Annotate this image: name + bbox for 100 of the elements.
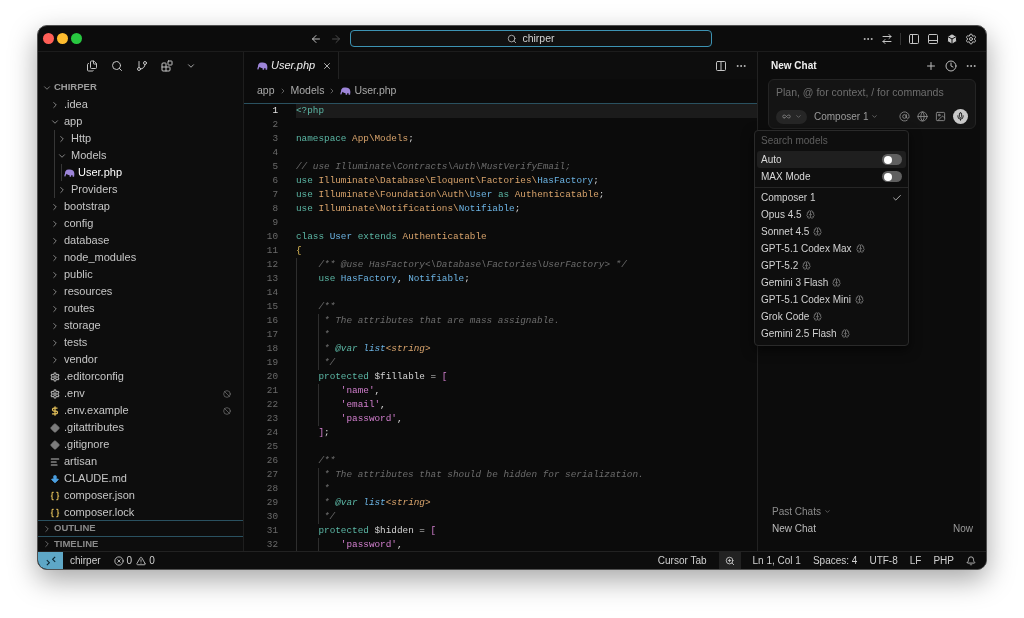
clock-icon[interactable] xyxy=(945,59,957,72)
chat-input-box[interactable]: Plan, @ for context, / for commands Composer 1 xyxy=(768,79,976,129)
remote-button[interactable] xyxy=(38,552,63,569)
chevron-right-icon[interactable] xyxy=(50,201,60,212)
panel-bottom-icon[interactable] xyxy=(927,32,939,45)
chevron-right-icon[interactable] xyxy=(50,252,60,263)
file-name[interactable]: composer.lock xyxy=(64,504,135,520)
chevron-right-icon[interactable] xyxy=(50,320,60,331)
folder-name[interactable]: vendor xyxy=(64,351,98,368)
cube-icon[interactable] xyxy=(946,32,958,45)
past-chats-toggle[interactable]: Past Chats xyxy=(772,503,831,519)
folder-name[interactable]: config xyxy=(64,215,94,232)
at-sign-icon[interactable] xyxy=(899,111,910,122)
folder-name[interactable]: routes xyxy=(64,300,95,317)
search-models-field[interactable]: Search models xyxy=(757,131,906,149)
folder-name[interactable]: Providers xyxy=(71,181,118,198)
microphone-button[interactable] xyxy=(953,109,968,124)
folder-name[interactable]: bootstrap xyxy=(64,198,110,215)
model-menu-item[interactable]: Sonnet 4.5 xyxy=(757,223,906,240)
folder-name[interactable]: node_modules xyxy=(64,249,137,266)
folder-name[interactable]: app xyxy=(64,113,83,130)
swap-arrows-icon[interactable] xyxy=(881,32,893,45)
folder-name[interactable]: database xyxy=(64,232,110,249)
files-icon[interactable] xyxy=(85,59,98,72)
status-item[interactable]: PHP xyxy=(933,553,954,568)
file-name[interactable]: .editorconfig xyxy=(64,368,124,385)
breadcrumb-item[interactable]: Models xyxy=(290,83,325,99)
folder-name[interactable]: resources xyxy=(64,283,113,300)
breadcrumb-item[interactable]: User.php xyxy=(340,83,397,99)
section-header[interactable]: TIMELINE xyxy=(54,536,99,552)
chevron-right-icon[interactable] xyxy=(50,303,60,314)
model-menu-item[interactable]: Composer 1 xyxy=(757,189,906,206)
error-count[interactable]: 0 xyxy=(126,553,133,568)
chevron-right-icon[interactable] xyxy=(50,354,60,365)
file-name[interactable]: .env.example xyxy=(64,402,129,419)
status-item[interactable]: UTF-8 xyxy=(869,553,898,568)
model-menu-item[interactable]: Gemini 3 Flash xyxy=(757,274,906,291)
chevron-right-icon[interactable] xyxy=(50,337,60,348)
folder-name[interactable]: storage xyxy=(64,317,101,334)
chevron-right-icon[interactable] xyxy=(50,286,60,297)
file-name[interactable]: .env xyxy=(64,385,85,402)
menu-toggle-row[interactable]: Auto xyxy=(757,151,906,168)
cursor-tab-status[interactable]: Cursor Tab xyxy=(657,553,707,568)
chat-history-title[interactable]: New Chat xyxy=(772,521,816,536)
file-name[interactable]: .gitattributes xyxy=(64,419,124,436)
minimize-icon[interactable] xyxy=(57,33,68,44)
file-name[interactable]: artisan xyxy=(64,453,98,470)
globe-icon[interactable] xyxy=(917,111,928,122)
plus-icon[interactable] xyxy=(925,59,937,72)
file-name[interactable]: User.php xyxy=(78,164,123,181)
model-menu-item[interactable]: Opus 4.5 xyxy=(757,206,906,223)
file-name[interactable]: .gitignore xyxy=(64,436,110,453)
split-editor-icon[interactable] xyxy=(715,59,727,72)
chevron-right-icon[interactable] xyxy=(50,99,60,110)
close-icon[interactable] xyxy=(43,33,54,44)
close-icon[interactable] xyxy=(322,60,333,71)
model-menu-item[interactable]: Gemini 2.5 Flash xyxy=(757,325,906,342)
status-item[interactable]: LF xyxy=(909,553,922,568)
workspace-name[interactable]: chirper xyxy=(70,553,101,568)
search-icon[interactable] xyxy=(110,59,123,72)
chevron-right-icon[interactable] xyxy=(50,235,60,246)
section-header[interactable]: OUTLINE xyxy=(54,521,96,536)
blocks-icon[interactable] xyxy=(160,59,173,72)
chevron-right-icon[interactable] xyxy=(50,269,60,280)
down-arrow-icon xyxy=(50,473,60,484)
zoom-button[interactable] xyxy=(718,552,741,569)
menu-toggle-row[interactable]: MAX Mode xyxy=(757,168,906,185)
mode-button[interactable] xyxy=(776,109,807,124)
model-menu-item[interactable]: GPT-5.1 Codex Mini xyxy=(757,291,906,308)
model-menu-item[interactable]: Grok Code xyxy=(757,308,906,325)
panel-left-icon[interactable] xyxy=(908,32,920,45)
status-item[interactable]: Ln 1, Col 1 xyxy=(752,553,801,568)
breadcrumb-item[interactable]: app xyxy=(257,83,275,99)
error-icon[interactable] xyxy=(113,555,124,566)
chevron-right-icon[interactable] xyxy=(50,218,60,229)
toggle-switch[interactable] xyxy=(882,171,902,182)
model-menu-item[interactable]: GPT-5.1 Codex Max xyxy=(757,240,906,257)
status-item[interactable]: Spaces: 4 xyxy=(812,553,858,568)
warning-count[interactable]: 0 xyxy=(149,553,155,568)
branch-icon[interactable] xyxy=(135,59,148,72)
folder-name[interactable]: public xyxy=(64,266,93,283)
chevron-right-icon[interactable] xyxy=(57,133,67,144)
model-menu-item[interactable]: GPT-5.2 xyxy=(757,257,906,274)
bell-icon[interactable] xyxy=(966,555,976,566)
file-name[interactable]: CLAUDE.md xyxy=(64,470,127,487)
file-name[interactable]: composer.json xyxy=(64,487,135,504)
chevron-right-icon[interactable] xyxy=(57,184,67,195)
image-icon[interactable] xyxy=(935,111,946,122)
command-center-button[interactable]: chirper xyxy=(350,30,712,47)
folder-name[interactable]: Models xyxy=(71,147,107,164)
model-picker-button[interactable]: Composer 1 xyxy=(814,109,879,124)
explorer-header[interactable]: CHIRPER xyxy=(54,80,97,95)
back-arrow-icon[interactable] xyxy=(310,32,322,45)
folder-name[interactable]: .idea xyxy=(64,96,88,113)
folder-name[interactable]: tests xyxy=(64,334,88,351)
folder-name[interactable]: Http xyxy=(71,130,92,147)
warning-icon[interactable] xyxy=(136,555,147,566)
settings-icon[interactable] xyxy=(965,32,977,45)
toggle-switch[interactable] xyxy=(882,154,902,165)
maximize-icon[interactable] xyxy=(71,33,82,44)
